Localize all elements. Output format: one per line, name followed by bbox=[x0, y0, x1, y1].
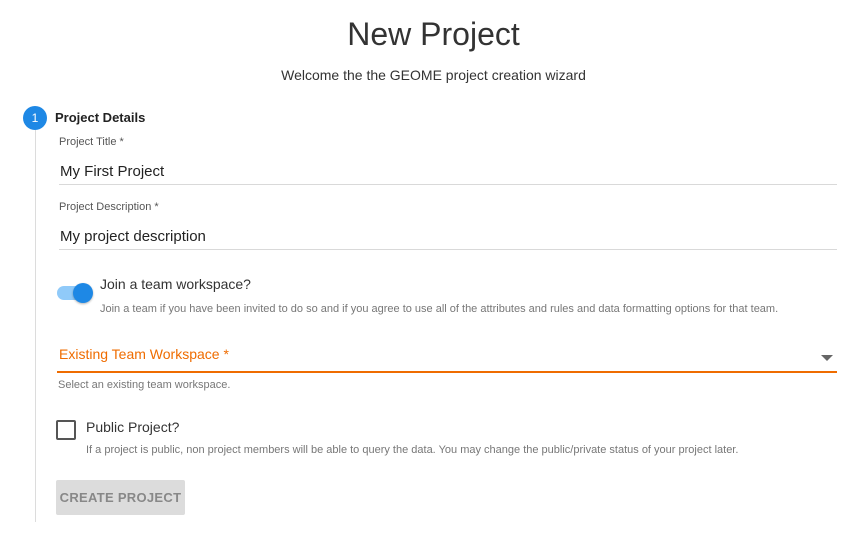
public-project-label[interactable]: Public Project? bbox=[86, 419, 179, 435]
join-team-hint: Join a team if you have been invited to … bbox=[100, 303, 779, 315]
team-workspace-hint: Select an existing team workspace. bbox=[58, 379, 231, 391]
public-project-checkbox[interactable] bbox=[56, 420, 76, 440]
team-workspace-label: Existing Team Workspace * bbox=[59, 346, 229, 362]
project-description-label: Project Description * bbox=[59, 201, 159, 213]
public-project-hint: If a project is public, non project memb… bbox=[86, 444, 739, 456]
caret-down-icon[interactable] bbox=[821, 355, 833, 361]
join-team-toggle[interactable] bbox=[57, 283, 93, 303]
toggle-thumb bbox=[73, 283, 93, 303]
project-description-input[interactable] bbox=[59, 224, 837, 250]
join-team-label: Join a team workspace? bbox=[100, 276, 251, 292]
step-label-project-details: Project Details bbox=[55, 110, 146, 125]
step-number-badge: 1 bbox=[23, 106, 47, 130]
page-title: New Project bbox=[347, 16, 520, 52]
project-title-label: Project Title * bbox=[59, 136, 124, 148]
create-project-button[interactable]: CREATE PROJECT bbox=[56, 480, 185, 515]
project-title-input[interactable] bbox=[59, 159, 837, 185]
page-subtitle: Welcome the the GEOME project creation w… bbox=[281, 67, 586, 83]
stepper-line bbox=[35, 130, 36, 522]
